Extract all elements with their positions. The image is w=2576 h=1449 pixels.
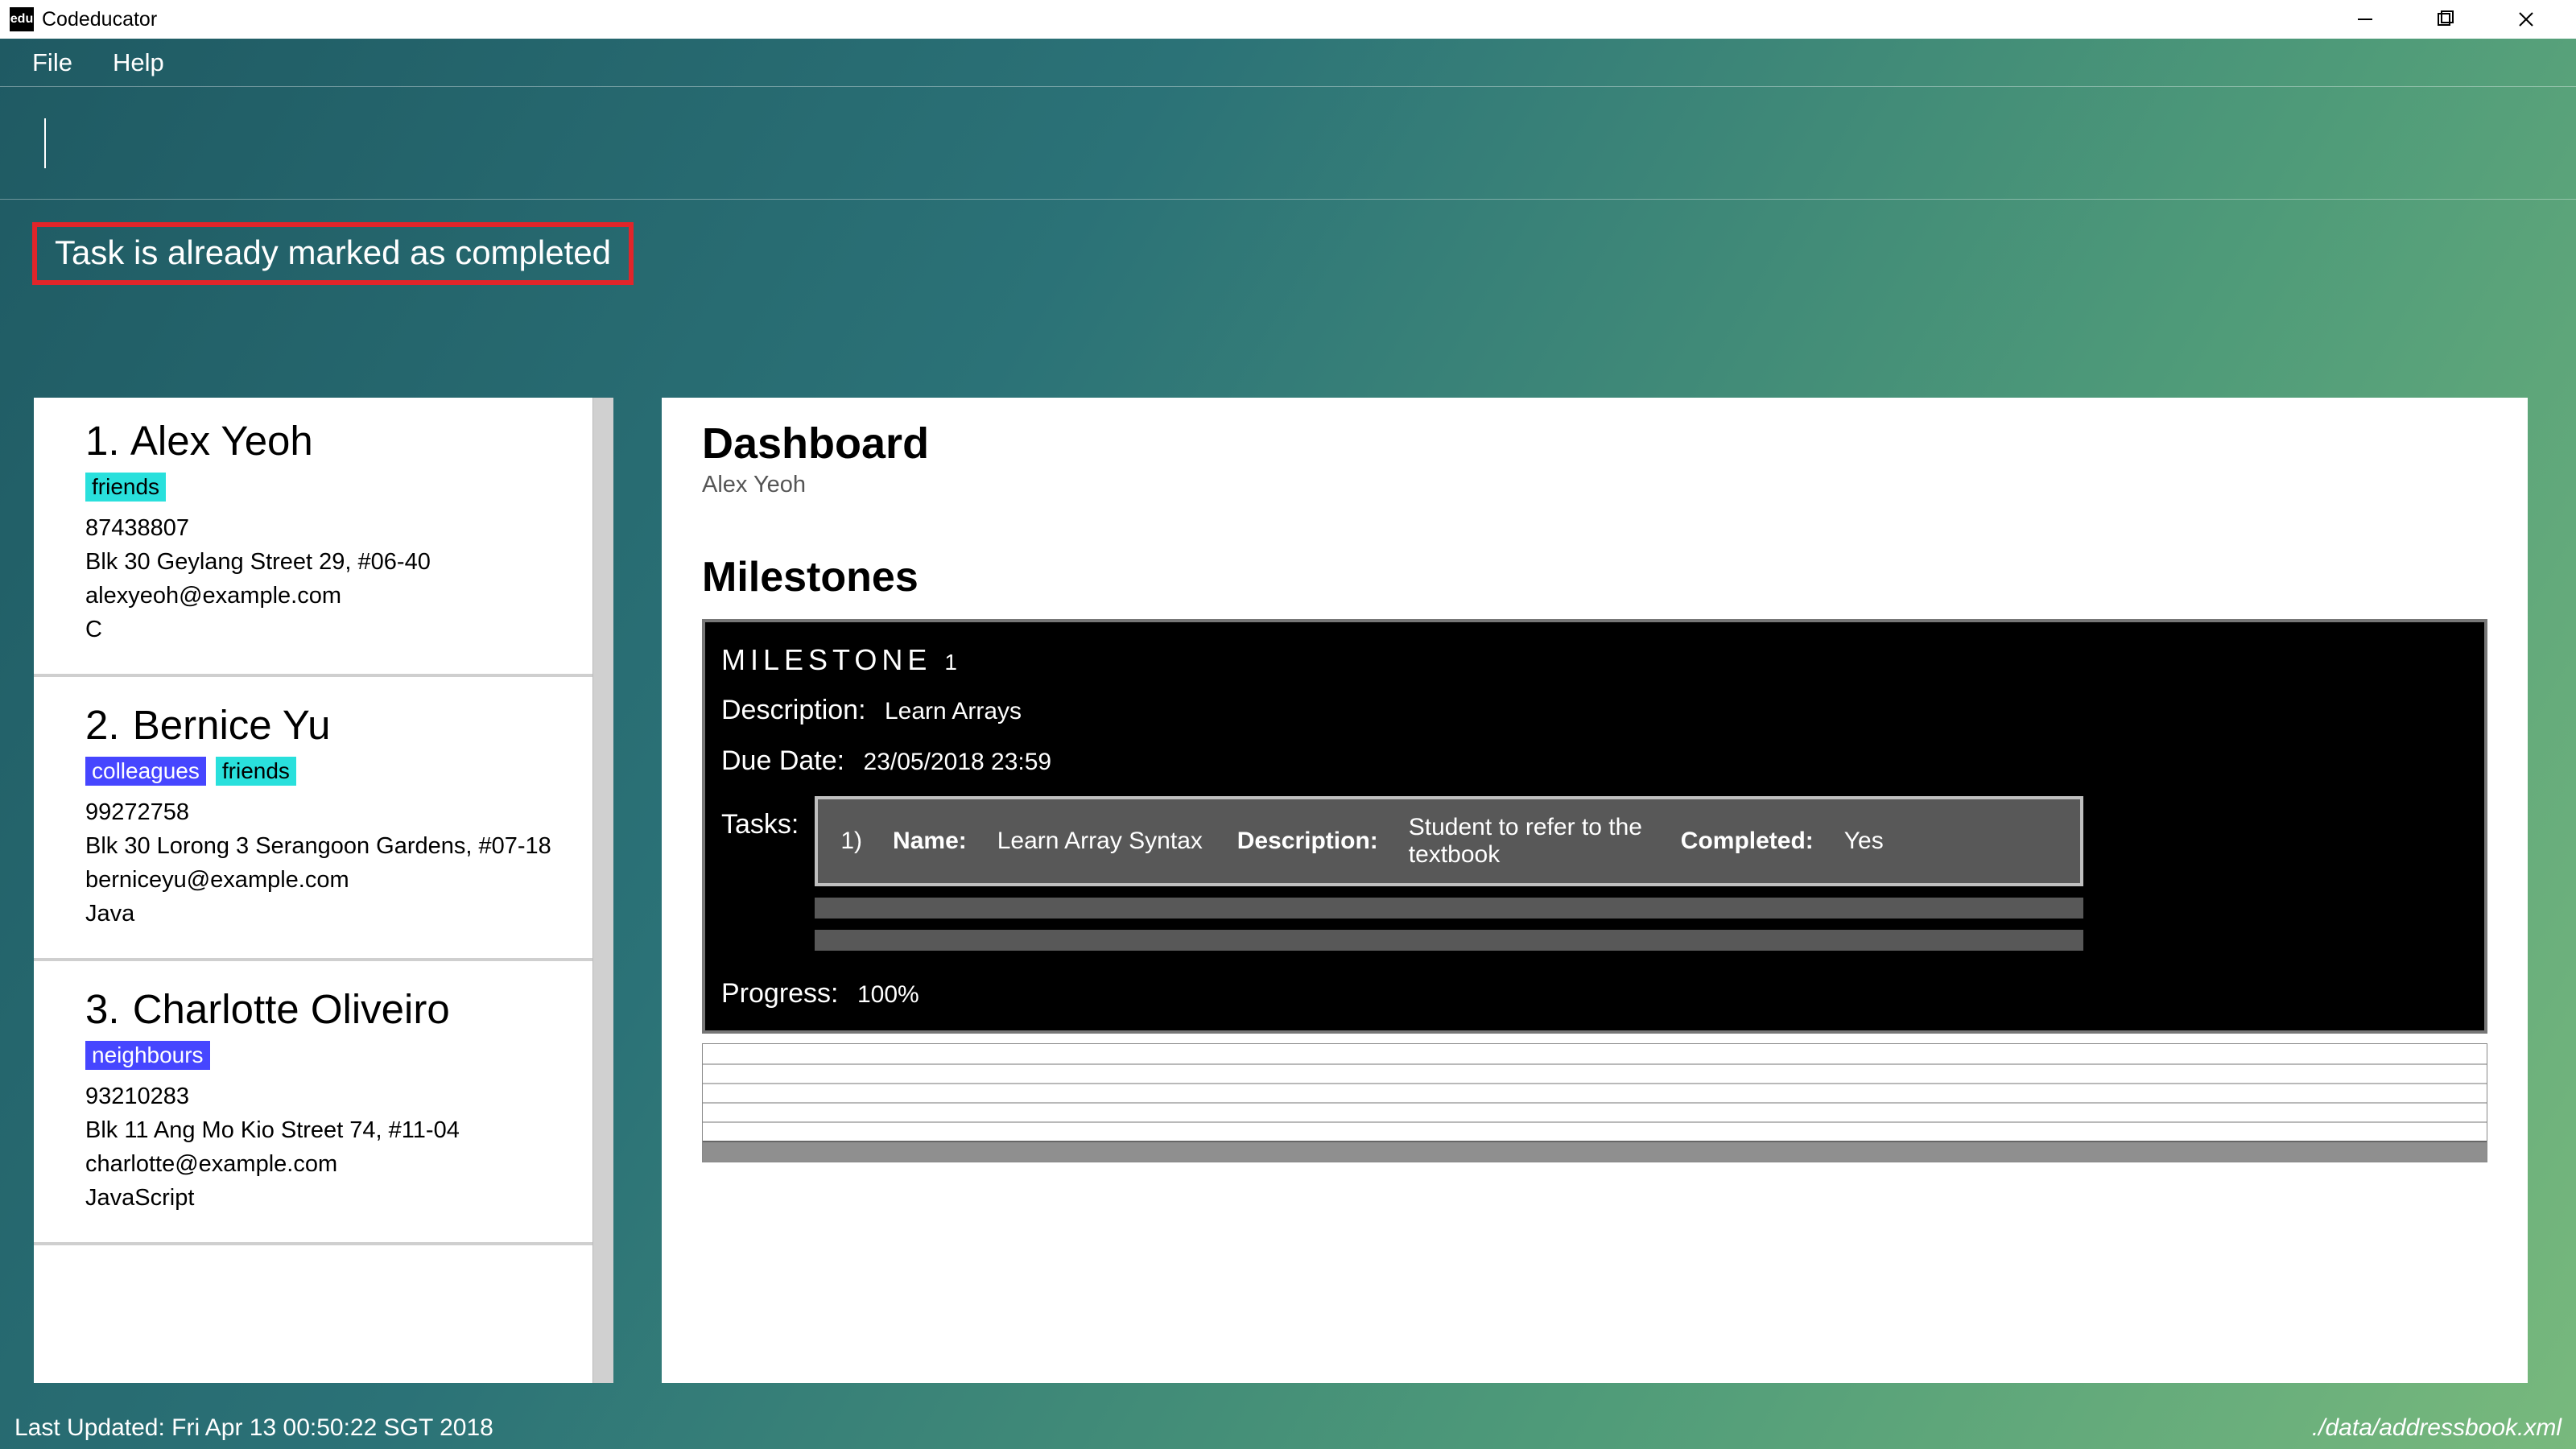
window-title-bar: edu Codeducator <box>0 0 2576 39</box>
close-icon <box>2516 10 2536 29</box>
progress-label: Progress: <box>721 978 839 1009</box>
person-list-panel: 1. Alex Yeoh friends 87438807Blk 30 Geylan… <box>34 398 613 1383</box>
task-name-label: Name: <box>893 828 967 855</box>
tag-neighbours: neighbours <box>85 1041 210 1070</box>
person-address: Blk 30 Lorong 3 Serangoon Gardens, #07-1… <box>85 829 559 863</box>
task-completed-value: Yes <box>1844 828 1884 855</box>
menu-file[interactable]: File <box>32 48 72 77</box>
menu-bar: File Help <box>0 39 2576 87</box>
task-row-empty <box>815 930 2083 951</box>
person-title: 1. Alex Yeoh <box>85 417 559 464</box>
milestone-card: MILESTONE 1 Description: Learn Arrays Du… <box>702 619 2487 1034</box>
person-list-scrollbar[interactable] <box>592 398 613 1383</box>
app-icon: edu <box>10 7 34 31</box>
task-index: 1) <box>840 828 862 855</box>
person-email: charlotte@example.com <box>85 1147 559 1181</box>
person-lang: JavaScript <box>85 1181 559 1215</box>
tag-friends: friends <box>216 757 296 786</box>
person-phone: 93210283 <box>85 1080 559 1113</box>
progress-value: 100% <box>857 981 919 1008</box>
task-completed-label: Completed: <box>1681 828 1814 855</box>
person-card[interactable]: 1. Alex Yeoh friends 87438807Blk 30 Geylan… <box>34 398 592 677</box>
window-title: Codeducator <box>42 8 157 31</box>
maximize-button[interactable] <box>2405 0 2486 39</box>
person-title: 2. Bernice Yu <box>85 701 559 749</box>
person-title: 3. Charlotte Oliveiro <box>85 985 559 1033</box>
dashboard-subtitle: Alex Yeoh <box>702 472 2487 498</box>
person-lang: C <box>85 613 559 646</box>
person-phone: 87438807 <box>85 511 559 545</box>
person-card[interactable]: 3. Charlotte Oliveiro neighbours 93210283B… <box>34 961 592 1245</box>
person-address: Blk 30 Geylang Street 29, #06-40 <box>85 545 559 579</box>
text-cursor <box>44 118 46 168</box>
command-input[interactable] <box>0 87 2576 200</box>
person-address: Blk 11 Ang Mo Kio Street 74, #11-04 <box>85 1113 559 1147</box>
milestone-desc-label: Description: <box>721 695 866 726</box>
dashboard-panel: Dashboard Alex Yeoh Milestones MILESTONE… <box>662 398 2528 1383</box>
status-message: Task is already marked as completed <box>32 222 634 285</box>
menu-help[interactable]: Help <box>113 48 164 77</box>
person-card[interactable]: 2. Bernice Yu colleagues friends 99272758Bl… <box>34 677 592 961</box>
milestone-due-label: Due Date: <box>721 745 844 777</box>
milestone-hscrollbar[interactable] <box>703 1141 2487 1162</box>
status-bar: Last Updated: Fri Apr 13 00:50:22 SGT 20… <box>0 1407 2576 1449</box>
status-datafile: ./data/addressbook.xml <box>2312 1414 2562 1442</box>
minimize-button[interactable] <box>2325 0 2405 39</box>
milestones-header: Milestones <box>702 553 2487 601</box>
tag-colleagues: colleagues <box>85 757 206 786</box>
person-lang: Java <box>85 897 559 931</box>
status-last-updated: Last Updated: Fri Apr 13 00:50:22 SGT 20… <box>14 1414 493 1442</box>
milestone-list-empty-rows <box>702 1043 2487 1162</box>
person-phone: 99272758 <box>85 795 559 829</box>
maximize-icon <box>2437 10 2454 28</box>
tasks-label: Tasks: <box>721 796 799 840</box>
tag-friends: friends <box>85 473 166 502</box>
task-desc-label: Description: <box>1237 828 1378 855</box>
close-button[interactable] <box>2486 0 2566 39</box>
person-email: berniceyu@example.com <box>85 863 559 897</box>
task-name-value: Learn Array Syntax <box>997 828 1207 855</box>
minimize-icon <box>2355 10 2375 29</box>
task-row-empty <box>815 898 2083 919</box>
milestone-desc-value: Learn Arrays <box>885 698 1022 724</box>
task-desc-value: Student to refer to the textbook <box>1409 814 1650 869</box>
milestone-heading: MILESTONE 1 <box>718 638 2471 685</box>
person-email: alexyeoh@example.com <box>85 579 559 613</box>
dashboard-title: Dashboard <box>702 419 2487 469</box>
task-row[interactable]: 1) Name: Learn Array Syntax Description:… <box>815 796 2083 886</box>
milestone-due-value: 23/05/2018 23:59 <box>864 749 1052 775</box>
